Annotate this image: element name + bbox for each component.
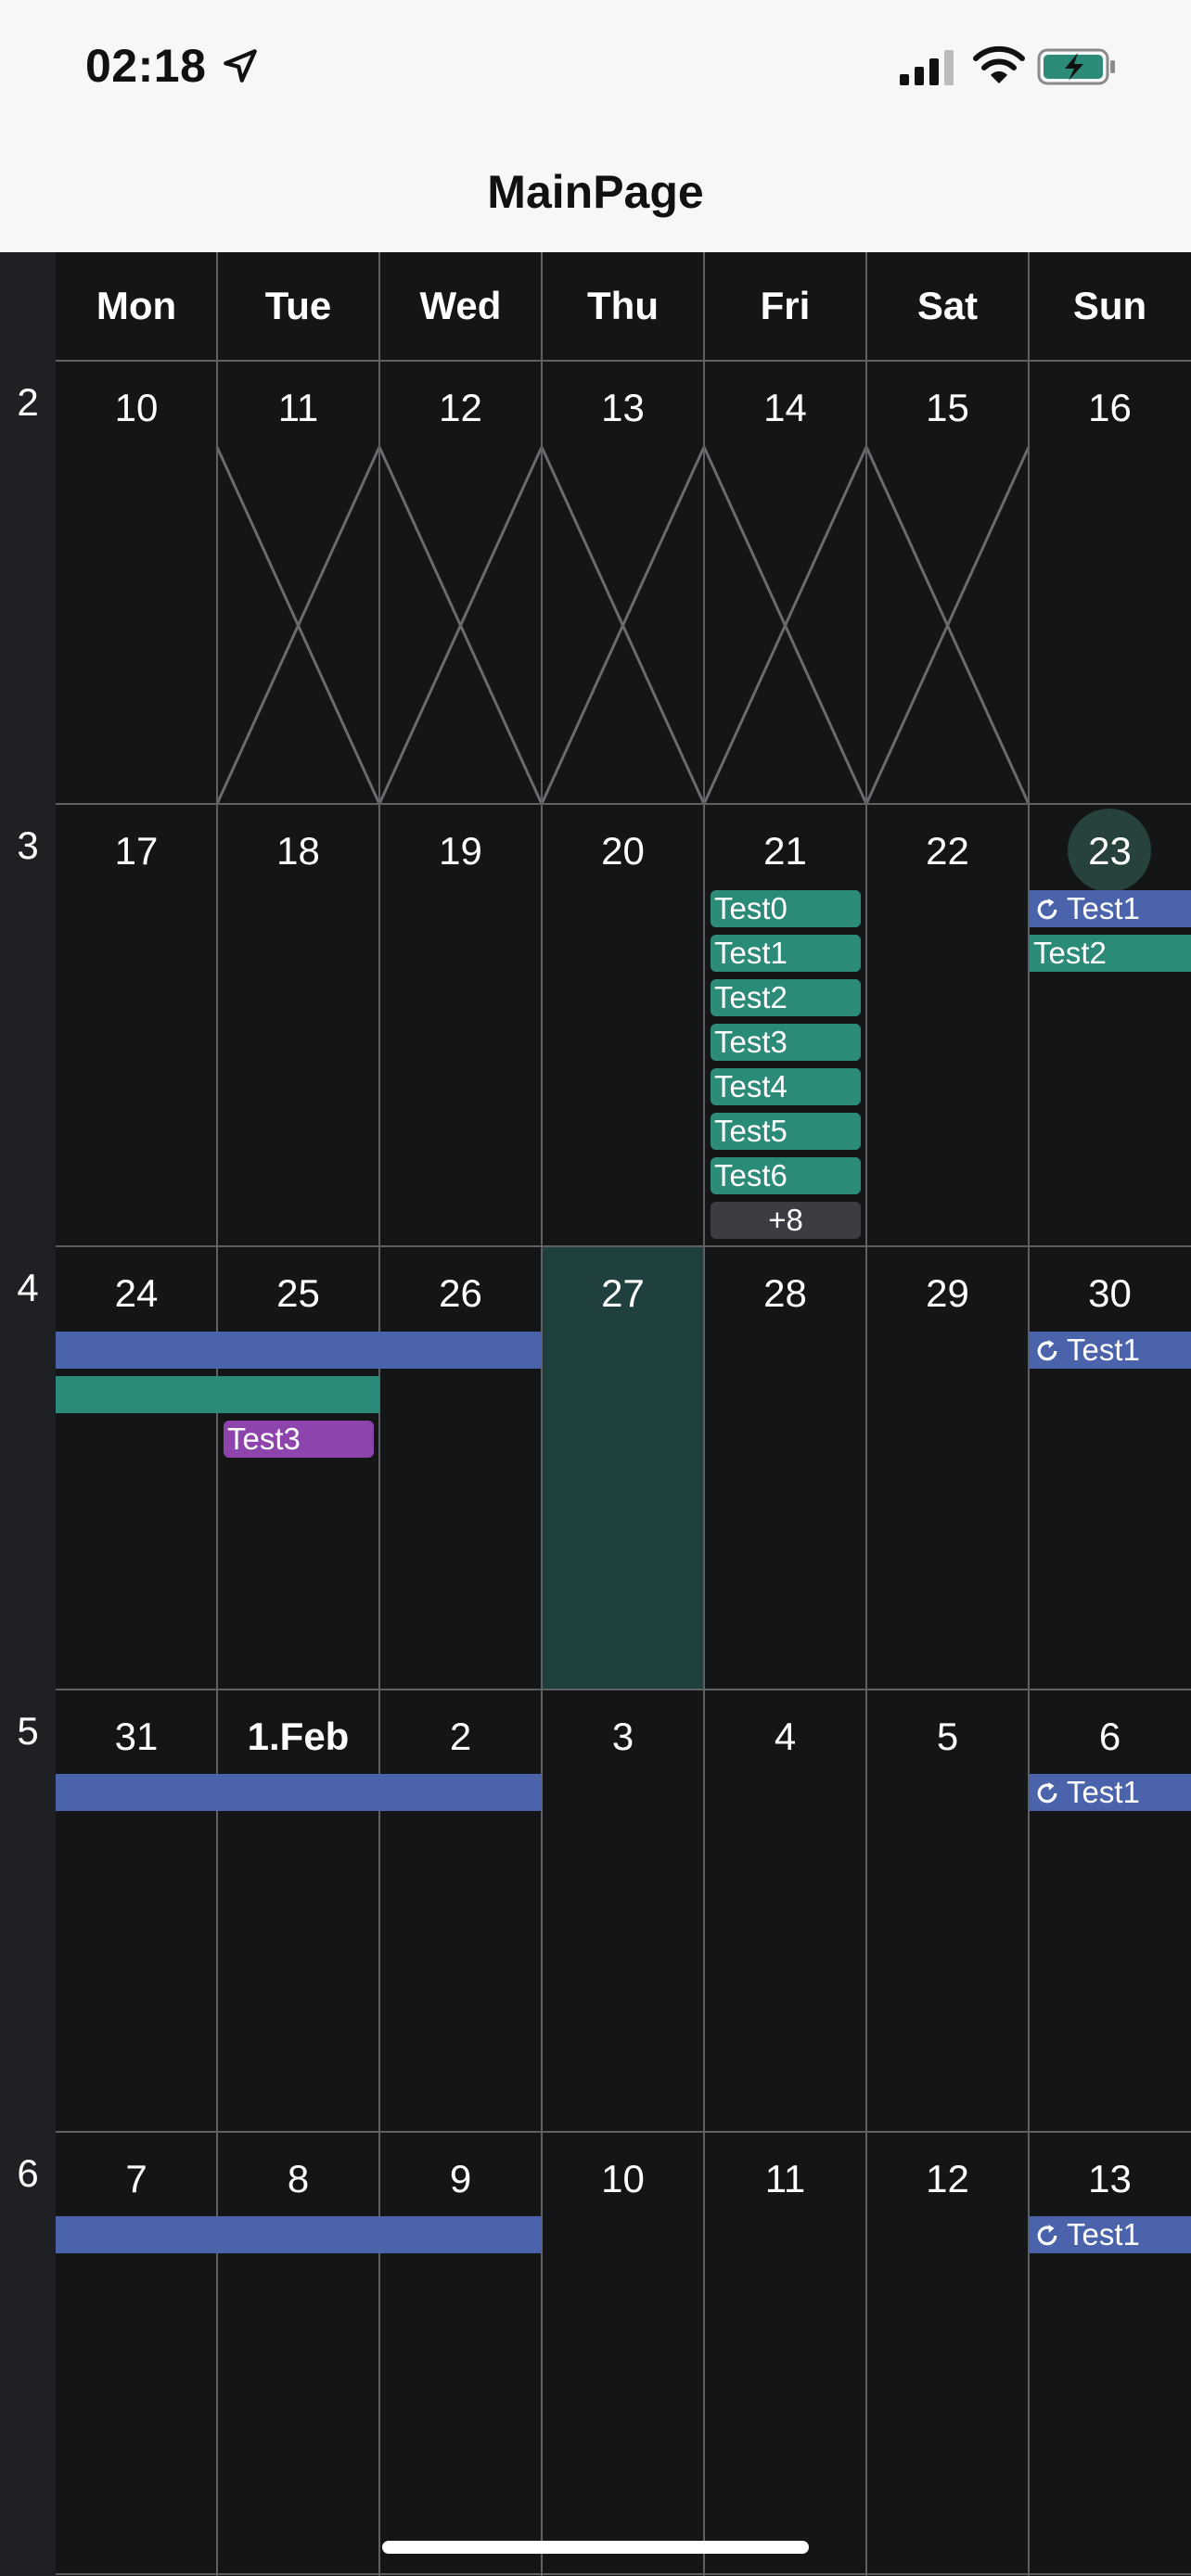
grid-line bbox=[56, 2573, 1191, 2575]
date-cell[interactable]: 11 bbox=[217, 380, 379, 436]
event-chip[interactable]: Test0 bbox=[711, 890, 861, 927]
date-cell[interactable]: 17 bbox=[56, 823, 217, 879]
date-cell[interactable]: 8 bbox=[217, 2151, 379, 2207]
date-cell[interactable]: 19 bbox=[379, 823, 542, 879]
date-cell[interactable]: 12 bbox=[379, 380, 542, 436]
grid-line bbox=[865, 252, 867, 2576]
event-label: Test1 bbox=[1067, 1775, 1140, 1809]
event-label: Test1 bbox=[1067, 1333, 1140, 1367]
multi-day-event-bar[interactable] bbox=[56, 2216, 542, 2253]
multi-day-event-bar[interactable] bbox=[56, 1376, 379, 1413]
week-number: 6 bbox=[17, 2151, 39, 2195]
recurring-event-chip[interactable]: Test1 bbox=[1030, 1332, 1191, 1369]
grid-line bbox=[56, 2131, 1191, 2133]
status-time: 02:18 bbox=[85, 40, 207, 92]
home-indicator[interactable] bbox=[382, 2541, 809, 2554]
cellular-signal-icon bbox=[900, 50, 954, 85]
event-chip[interactable]: Test6 bbox=[711, 1157, 861, 1194]
date-cell-selected[interactable]: 27 bbox=[542, 1266, 704, 1321]
recurring-icon bbox=[1037, 899, 1057, 920]
date-cell[interactable]: 20 bbox=[542, 823, 704, 879]
grid-line bbox=[56, 803, 1191, 805]
date-cell-today[interactable]: 23 bbox=[1029, 823, 1191, 879]
date-cell[interactable]: 15 bbox=[866, 380, 1029, 436]
event-chip[interactable]: Test5 bbox=[711, 1113, 861, 1150]
date-cell[interactable]: 6 bbox=[1029, 1709, 1191, 1765]
recurring-event-chip[interactable]: Test1 bbox=[1030, 1774, 1191, 1811]
date-cell[interactable]: 10 bbox=[542, 2151, 704, 2207]
date-cell-month-start[interactable]: 1.Feb bbox=[217, 1709, 379, 1765]
date-cell[interactable]: 12 bbox=[866, 2151, 1029, 2207]
week-number: 5 bbox=[17, 1709, 39, 1753]
event-chip[interactable]: Test2 bbox=[711, 979, 861, 1016]
event-chip[interactable]: Test3 bbox=[711, 1024, 861, 1061]
status-bar: 02:18 bbox=[0, 0, 1191, 139]
date-cell[interactable]: 31 bbox=[56, 1709, 217, 1765]
date-cell[interactable]: 11 bbox=[704, 2151, 866, 2207]
recurring-event-chip[interactable]: Test1 bbox=[1030, 2216, 1191, 2253]
date-cell[interactable]: 21 bbox=[704, 823, 866, 879]
date-cell[interactable]: 18 bbox=[217, 823, 379, 879]
date-cell[interactable]: 7 bbox=[56, 2151, 217, 2207]
event-chip[interactable]: Test3 bbox=[224, 1421, 374, 1458]
page-title: MainPage bbox=[487, 166, 704, 218]
grid-line bbox=[56, 1689, 1191, 1690]
multi-day-event-bar[interactable] bbox=[56, 1332, 542, 1369]
date-cell[interactable]: 28 bbox=[704, 1266, 866, 1321]
date-cell[interactable]: 10 bbox=[56, 380, 217, 436]
week-number: 3 bbox=[17, 823, 39, 867]
date-cell[interactable]: 13 bbox=[1029, 2151, 1191, 2207]
date-cell[interactable]: 22 bbox=[866, 823, 1029, 879]
wifi-icon bbox=[973, 45, 1025, 83]
month-calendar[interactable]: Mon Tue Wed Thu Fri Sat Sun 2 3 4 5 6 10… bbox=[0, 252, 1191, 2576]
date-cell[interactable]: 3 bbox=[542, 1709, 704, 1765]
week-number: 4 bbox=[17, 1266, 39, 1309]
week-number: 2 bbox=[17, 380, 39, 424]
date-cell[interactable]: 2 bbox=[379, 1709, 542, 1765]
event-label: Test1 bbox=[1067, 2217, 1140, 2251]
date-cell[interactable]: 26 bbox=[379, 1266, 542, 1321]
date-cell[interactable]: 30 bbox=[1029, 1266, 1191, 1321]
date-cell[interactable]: 25 bbox=[217, 1266, 379, 1321]
more-events-button[interactable]: +8 bbox=[711, 1202, 861, 1239]
battery-charging-icon bbox=[1037, 48, 1115, 85]
location-arrow-icon bbox=[224, 49, 257, 83]
date-cell[interactable]: 24 bbox=[56, 1266, 217, 1321]
event-label: Test1 bbox=[1067, 891, 1140, 925]
date-cell[interactable]: 9 bbox=[379, 2151, 542, 2207]
event-chip[interactable]: Test1 bbox=[711, 935, 861, 972]
date-cell[interactable]: 29 bbox=[866, 1266, 1029, 1321]
date-cell[interactable]: 5 bbox=[866, 1709, 1029, 1765]
grid-line bbox=[56, 1245, 1191, 1247]
grid-line bbox=[703, 252, 705, 2576]
date-cell[interactable]: 4 bbox=[704, 1709, 866, 1765]
grid-line bbox=[56, 360, 1191, 362]
date-cell[interactable]: 13 bbox=[542, 380, 704, 436]
recurring-icon bbox=[1037, 1782, 1057, 1804]
date-cell[interactable]: 14 bbox=[704, 380, 866, 436]
date-cell[interactable]: 16 bbox=[1029, 380, 1191, 436]
recurring-event-chip[interactable]: Test1 bbox=[1030, 890, 1191, 927]
recurring-icon bbox=[1037, 2225, 1057, 2246]
event-chip[interactable]: Test4 bbox=[711, 1068, 861, 1105]
event-chip[interactable]: Test2 bbox=[1030, 935, 1191, 972]
multi-day-event-bar[interactable] bbox=[56, 1774, 542, 1811]
recurring-icon bbox=[1037, 1340, 1057, 1361]
